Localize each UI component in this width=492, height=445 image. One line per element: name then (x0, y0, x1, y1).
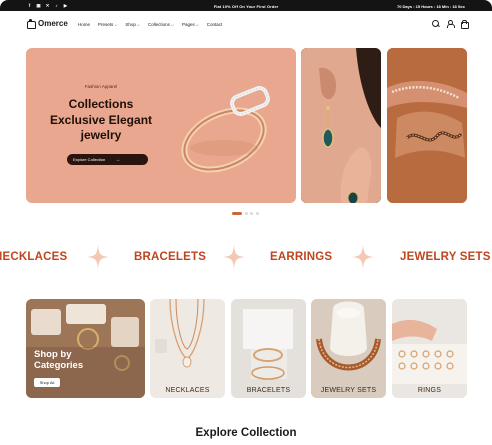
site-header: Omerce Home Presets⌵ Shop⌵ Collections⌵ … (0, 11, 492, 37)
nav-presets[interactable]: Presets⌵ (98, 22, 117, 27)
nav-home[interactable]: Home (78, 22, 90, 27)
rings-image (392, 299, 467, 398)
sparkle-icon (223, 245, 245, 269)
necklace-image (150, 299, 225, 398)
announcement-bar: f ▣ ✕ ♪ ▶ Flat 10% Off On Your First Ord… (0, 0, 492, 11)
hero-eyebrow: Fashion Apparel (84, 84, 118, 89)
main-nav: Home Presets⌵ Shop⌵ Collections⌵ Pages⌵ … (78, 22, 222, 27)
category-label: JEWELRY SETS (320, 387, 377, 394)
marquee-item: NECKLACES (0, 251, 68, 263)
category-card-jewelry-sets[interactable]: JEWELRY SETS (311, 299, 386, 398)
explore-collection-button[interactable]: Explore Collection → (67, 154, 148, 165)
nav-collections[interactable]: Collections⌵ (148, 22, 174, 27)
section-title: Explore Collection (195, 427, 297, 439)
chevron-down-icon: ⌵ (195, 22, 199, 27)
search-icon[interactable] (432, 20, 439, 27)
user-icon[interactable] (446, 20, 455, 28)
page: f ▣ ✕ ♪ ▶ Flat 10% Off On Your First Ord… (0, 0, 492, 445)
chevron-down-icon: ⌵ (114, 22, 118, 27)
logo-icon (27, 18, 36, 29)
nav-pages[interactable]: Pages⌵ (182, 22, 199, 27)
slide-dot-active[interactable] (232, 212, 242, 215)
slider-pagination (232, 212, 259, 215)
logo[interactable]: Omerce (27, 18, 68, 29)
shop-by-categories-card[interactable]: Shop by Categories Shop All (26, 299, 145, 398)
slide-dot[interactable] (255, 212, 259, 215)
shop-all-button[interactable]: Shop All (34, 378, 60, 387)
earring-model-image[interactable] (301, 48, 381, 203)
category-card-rings[interactable]: RINGS (392, 299, 467, 398)
header-actions (432, 20, 469, 29)
arrow-right-icon: → (115, 156, 121, 163)
category-marquee: NECKLACES BRACELETS EARRINGS JEWELRY SET… (0, 245, 492, 271)
sparkle-icon (87, 245, 109, 269)
nav-contact[interactable]: Contact (207, 22, 223, 27)
marquee-item: BRACELETS (134, 251, 207, 263)
category-card-bracelets[interactable]: BRACELETS (231, 299, 306, 398)
bag-icon[interactable] (460, 20, 469, 29)
bracelet-image (181, 86, 270, 173)
hero-banner: Fashion Apparel Collections Exclusive El… (26, 48, 296, 203)
marquee-item: EARRINGS (270, 251, 333, 263)
category-label: NECKLACES (165, 387, 210, 394)
chevron-down-icon: ⌵ (136, 22, 140, 27)
countdown-timer: 70 Days : 15 Hours : 18 Min : 18 Sec (396, 3, 465, 9)
bracelet-illustration (387, 48, 467, 203)
sparkle-icon (352, 245, 374, 269)
slide-dot[interactable] (250, 212, 253, 215)
earring-illustration (301, 48, 381, 203)
shop-card-title: Shop by Categories (34, 349, 84, 371)
bracelet-model-image[interactable] (387, 48, 467, 203)
category-label: RINGS (417, 387, 442, 394)
chevron-down-icon: ⌵ (170, 22, 174, 27)
bracelet-card-image (231, 299, 306, 398)
logo-text: Omerce (38, 19, 68, 28)
marquee-item: JEWELRY SETS (400, 251, 491, 263)
nav-shop[interactable]: Shop⌵ (125, 22, 140, 27)
slide-dot[interactable] (244, 212, 248, 215)
jewelry-set-image (311, 299, 386, 398)
category-card-necklaces[interactable]: NECKLACES (150, 299, 225, 398)
category-label: BRACELETS (246, 387, 291, 394)
hero-title: Collections Exclusive Elegant jewelry (49, 97, 153, 142)
